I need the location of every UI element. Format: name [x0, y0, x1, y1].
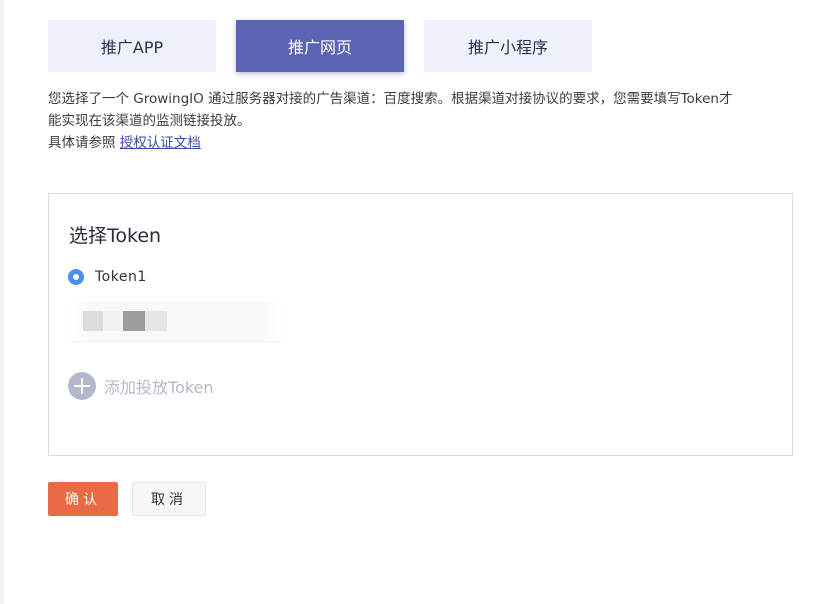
tab-promote-app[interactable]: 推广APP	[48, 20, 216, 72]
confirm-button[interactable]: 确认	[48, 482, 118, 516]
plus-circle-icon	[68, 372, 96, 400]
masked-token-block	[123, 311, 145, 331]
radio-dot	[73, 274, 79, 280]
description-line-3: 具体请参照 授权认证文档	[48, 132, 800, 154]
token-option-label: Token1	[95, 269, 147, 285]
left-edge-strip	[0, 0, 4, 604]
tab-promote-miniprogram[interactable]: 推广小程序	[424, 20, 592, 72]
token-value-field[interactable]	[68, 301, 281, 341]
add-token-button[interactable]: 添加投放Token	[68, 372, 214, 400]
tab-label: 推广APP	[100, 38, 164, 57]
channel-description: 您选择了一个 GrowingIO 通过服务器对接的广告渠道：百度搜索。根据渠道对…	[48, 88, 800, 154]
radio-selected-icon[interactable]	[68, 269, 84, 285]
description-line-1: 您选择了一个 GrowingIO 通过服务器对接的广告渠道：百度搜索。根据渠道对…	[48, 91, 733, 107]
tab-label: 推广网页	[287, 38, 352, 57]
tab-promote-webpage[interactable]: 推广网页	[236, 20, 404, 72]
masked-token-block	[83, 311, 103, 331]
auth-doc-link[interactable]: 授权认证文档	[120, 135, 201, 151]
token-option-token1[interactable]: Token1	[68, 269, 147, 285]
reference-prefix: 具体请参照	[48, 135, 116, 151]
panel-title: 选择Token	[69, 225, 162, 247]
tab-label: 推广小程序	[467, 38, 548, 57]
cancel-button[interactable]: 取消	[132, 482, 206, 516]
description-line-2: 能实现在该渠道的监测链接投放。	[48, 113, 251, 129]
masked-token-block	[103, 311, 123, 331]
token-panel: 选择Token Token1 添加投放Token	[48, 193, 793, 456]
add-token-label: 添加投放Token	[104, 378, 214, 397]
masked-token-block	[145, 311, 167, 331]
